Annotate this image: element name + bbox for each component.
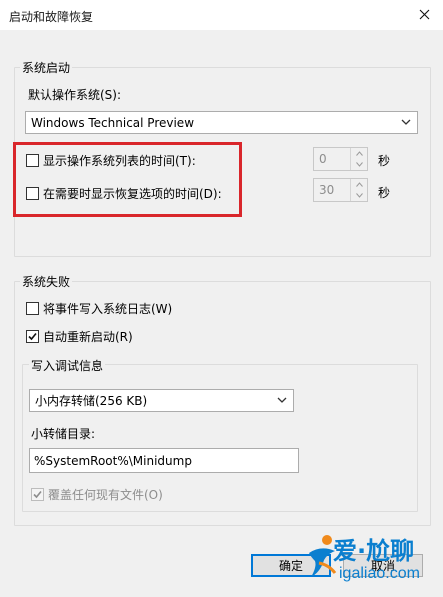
- write-event-log-checkbox[interactable]: 将事件写入系统日志(W): [26, 300, 172, 317]
- close-button[interactable]: [409, 0, 439, 28]
- dump-type-value: 小内存转储(256 KB): [35, 394, 148, 408]
- title-bar: 启动和故障恢复: [0, 0, 443, 30]
- default-os-label: 默认操作系统(S):: [28, 88, 122, 102]
- failure-group-label: 系统失败: [20, 273, 73, 290]
- show-recovery-unit: 秒: [378, 186, 391, 200]
- overwrite-box[interactable]: [31, 488, 44, 501]
- show-os-list-value: 0: [319, 152, 327, 166]
- auto-restart-box[interactable]: [26, 330, 39, 343]
- show-os-list-spinner[interactable]: 0: [313, 147, 368, 171]
- dump-dir-label: 小转储目录:: [31, 427, 96, 441]
- show-recovery-spinner[interactable]: 30: [313, 178, 368, 202]
- watermark-url: igaliao.com: [339, 565, 420, 582]
- default-os-select[interactable]: Windows Technical Preview: [25, 111, 418, 134]
- dump-dir-value: %SystemRoot%\Minidump: [34, 453, 192, 468]
- watermark-text: 爱·尬聊: [333, 537, 415, 565]
- write-event-log-label: 将事件写入系统日志(W): [43, 302, 173, 316]
- startup-group-label: 系统启动: [20, 59, 73, 76]
- startup-recovery-dialog: 启动和故障恢复 系统启动 默认操作系统(S): Windows Technica…: [0, 0, 443, 597]
- default-os-value: Windows Technical Preview: [31, 115, 195, 130]
- checkmark-icon: [33, 490, 42, 499]
- dump-type-select[interactable]: 小内存转储(256 KB): [29, 389, 294, 412]
- spinner-arrows: [350, 148, 367, 170]
- spinner-down-icon[interactable]: [351, 159, 367, 170]
- checkmark-icon: [28, 332, 37, 341]
- show-os-list-unit: 秒: [378, 154, 391, 168]
- chevron-down-icon: [277, 397, 287, 403]
- spinner-up-icon[interactable]: [351, 179, 367, 190]
- overwrite-label: 覆盖任何现有文件(O): [48, 488, 163, 502]
- debug-info-group-label: 写入调试信息: [29, 357, 106, 374]
- window-title: 启动和故障恢复: [9, 10, 94, 24]
- show-recovery-value: 30: [319, 183, 335, 197]
- ok-button-label: 确定: [278, 559, 303, 573]
- write-event-log-box[interactable]: [26, 302, 39, 315]
- auto-restart-label: 自动重新启动(R): [43, 330, 133, 344]
- spinner-up-icon[interactable]: [351, 148, 367, 159]
- watermark: 爱·尬聊 igaliao.com: [305, 527, 437, 589]
- dump-dir-input[interactable]: %SystemRoot%\Minidump: [29, 448, 299, 473]
- close-icon: [419, 9, 429, 19]
- overwrite-checkbox[interactable]: 覆盖任何现有文件(O): [31, 486, 163, 503]
- auto-restart-checkbox[interactable]: 自动重新启动(R): [26, 328, 133, 345]
- spinner-arrows: [350, 179, 367, 201]
- spinner-down-icon[interactable]: [351, 190, 367, 201]
- chevron-down-icon: [401, 119, 411, 125]
- highlight-annotation: [13, 142, 242, 217]
